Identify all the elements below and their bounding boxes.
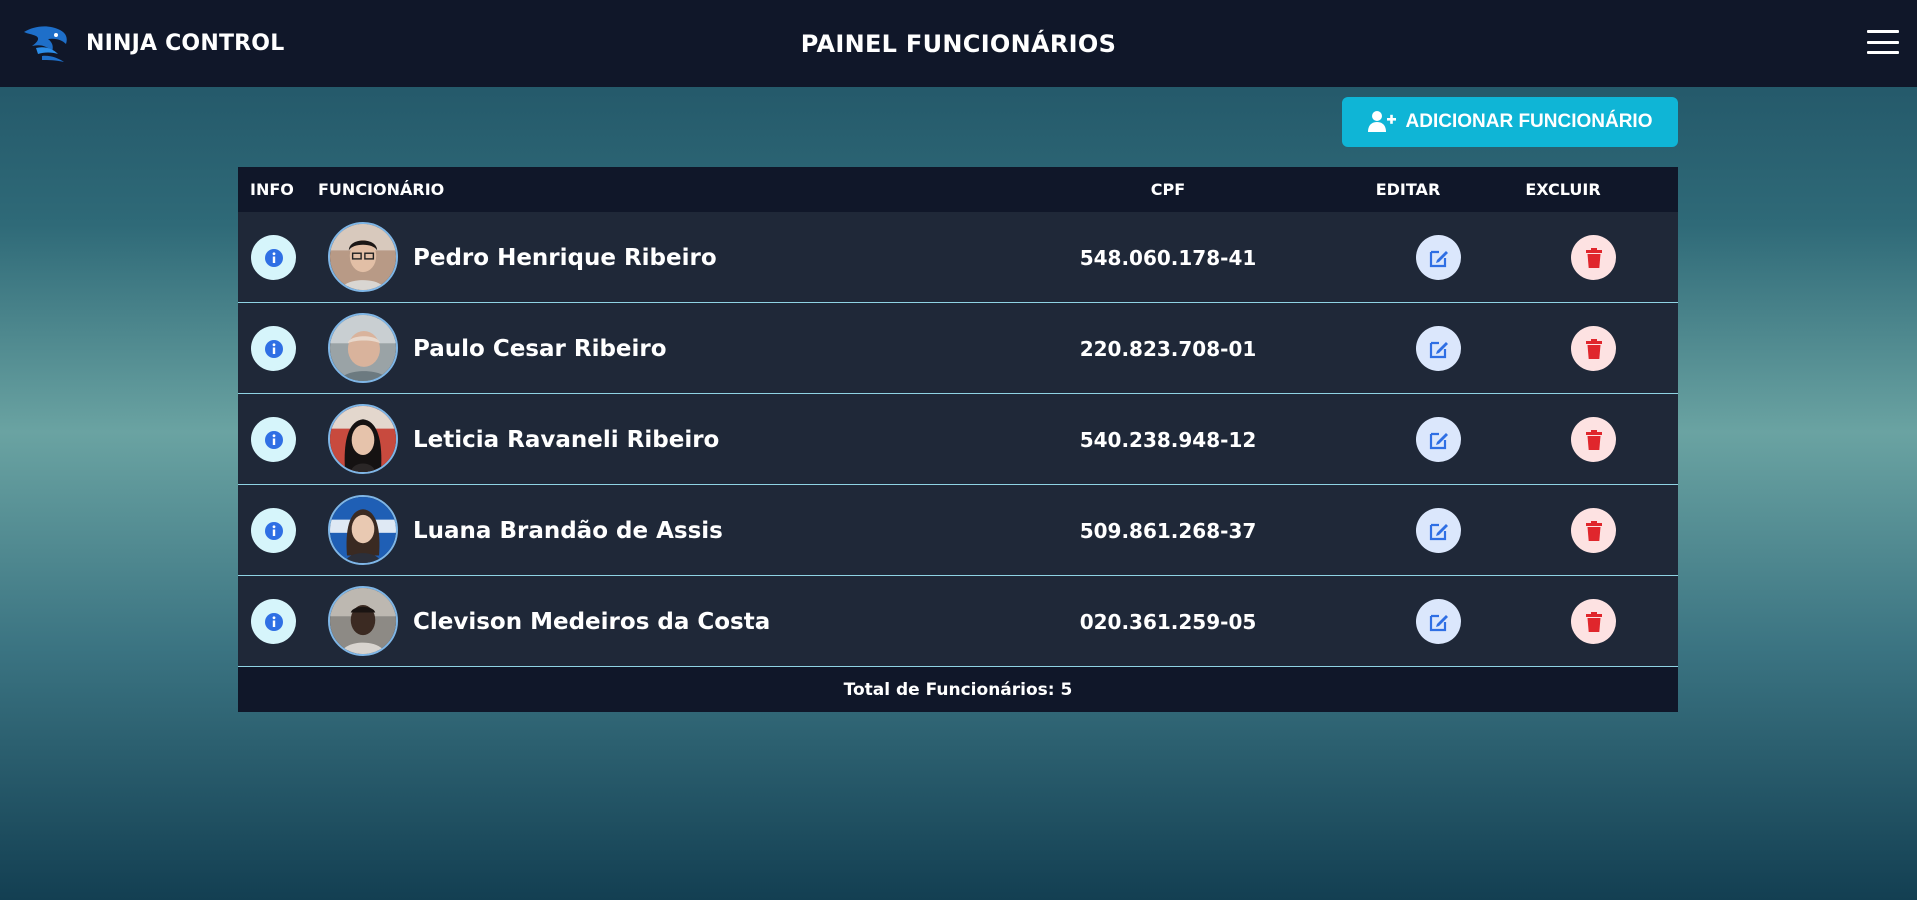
trash-icon	[1585, 429, 1602, 450]
column-header-employee: FUNCIONÁRIO	[318, 180, 445, 199]
employee-name: Pedro Henrique Ribeiro	[413, 244, 717, 271]
info-icon	[264, 339, 283, 358]
employee-cpf: 509.861.268-37	[1079, 518, 1257, 543]
table-row: Luana Brandão de Assis 509.861.268-37	[238, 485, 1678, 576]
hamburger-menu-icon[interactable]	[1867, 30, 1899, 54]
employee-cpf: 548.060.178-41	[1079, 245, 1257, 270]
table-row: Clevison Medeiros da Costa 020.361.259-0…	[238, 576, 1678, 667]
add-employee-label: ADICIONAR FUNCIONÁRIO	[1405, 111, 1653, 132]
edit-icon	[1429, 250, 1448, 267]
employees-table: INFO FUNCIONÁRIO CPF EDITAR EXCLUIR Pedr…	[238, 167, 1678, 712]
employee-name: Clevison Medeiros da Costa	[413, 608, 771, 635]
user-plus-icon	[1367, 111, 1396, 132]
employee-name: Luana Brandão de Assis	[413, 517, 723, 544]
delete-button[interactable]	[1571, 508, 1616, 553]
table-row: Leticia Ravaneli Ribeiro 540.238.948-12	[238, 394, 1678, 485]
table-row: Paulo Cesar Ribeiro 220.823.708-01	[238, 303, 1678, 394]
edit-button[interactable]	[1416, 417, 1461, 462]
info-icon	[264, 248, 283, 267]
info-icon	[264, 430, 283, 449]
employee-cpf: 540.238.948-12	[1079, 427, 1257, 452]
avatar	[328, 313, 398, 383]
avatar	[328, 222, 398, 292]
trash-icon	[1585, 247, 1602, 268]
info-icon	[264, 521, 283, 540]
edit-icon	[1429, 432, 1448, 449]
avatar	[328, 495, 398, 565]
table-header: INFO FUNCIONÁRIO CPF EDITAR EXCLUIR	[238, 167, 1678, 212]
edit-button[interactable]	[1416, 326, 1461, 371]
delete-button[interactable]	[1571, 235, 1616, 280]
employee-cpf: 020.361.259-05	[1079, 609, 1257, 634]
info-icon	[264, 612, 283, 631]
page-title: PAINEL FUNCIONÁRIOS	[800, 29, 1117, 58]
info-button[interactable]	[251, 508, 296, 553]
employee-cpf: 220.823.708-01	[1079, 336, 1257, 361]
employee-name: Leticia Ravaneli Ribeiro	[413, 426, 720, 453]
avatar	[328, 404, 398, 474]
info-button[interactable]	[251, 417, 296, 462]
column-header-edit: EDITAR	[1375, 180, 1441, 199]
edit-button[interactable]	[1416, 235, 1461, 280]
delete-button[interactable]	[1571, 326, 1616, 371]
table-row: Pedro Henrique Ribeiro 548.060.178-41	[238, 212, 1678, 303]
column-header-cpf: CPF	[1150, 180, 1186, 199]
trash-icon	[1585, 520, 1602, 541]
edit-icon	[1429, 523, 1448, 540]
column-header-delete: EXCLUIR	[1525, 180, 1601, 199]
edit-button[interactable]	[1416, 599, 1461, 644]
employee-name: Paulo Cesar Ribeiro	[413, 335, 667, 362]
info-button[interactable]	[251, 599, 296, 644]
info-button[interactable]	[251, 235, 296, 280]
trash-icon	[1585, 338, 1602, 359]
add-employee-button[interactable]: ADICIONAR FUNCIONÁRIO	[1342, 97, 1678, 147]
delete-button[interactable]	[1571, 599, 1616, 644]
info-button[interactable]	[251, 326, 296, 371]
edit-icon	[1429, 614, 1448, 631]
edit-icon	[1429, 341, 1448, 358]
edit-button[interactable]	[1416, 508, 1461, 553]
avatar	[328, 586, 398, 656]
table-footer-total: Total de Funcionários: 5	[238, 667, 1678, 712]
delete-button[interactable]	[1571, 417, 1616, 462]
trash-icon	[1585, 611, 1602, 632]
column-header-info: INFO	[250, 180, 294, 199]
top-navbar: NINJA CONTROL PAINEL FUNCIONÁRIOS	[0, 0, 1917, 87]
